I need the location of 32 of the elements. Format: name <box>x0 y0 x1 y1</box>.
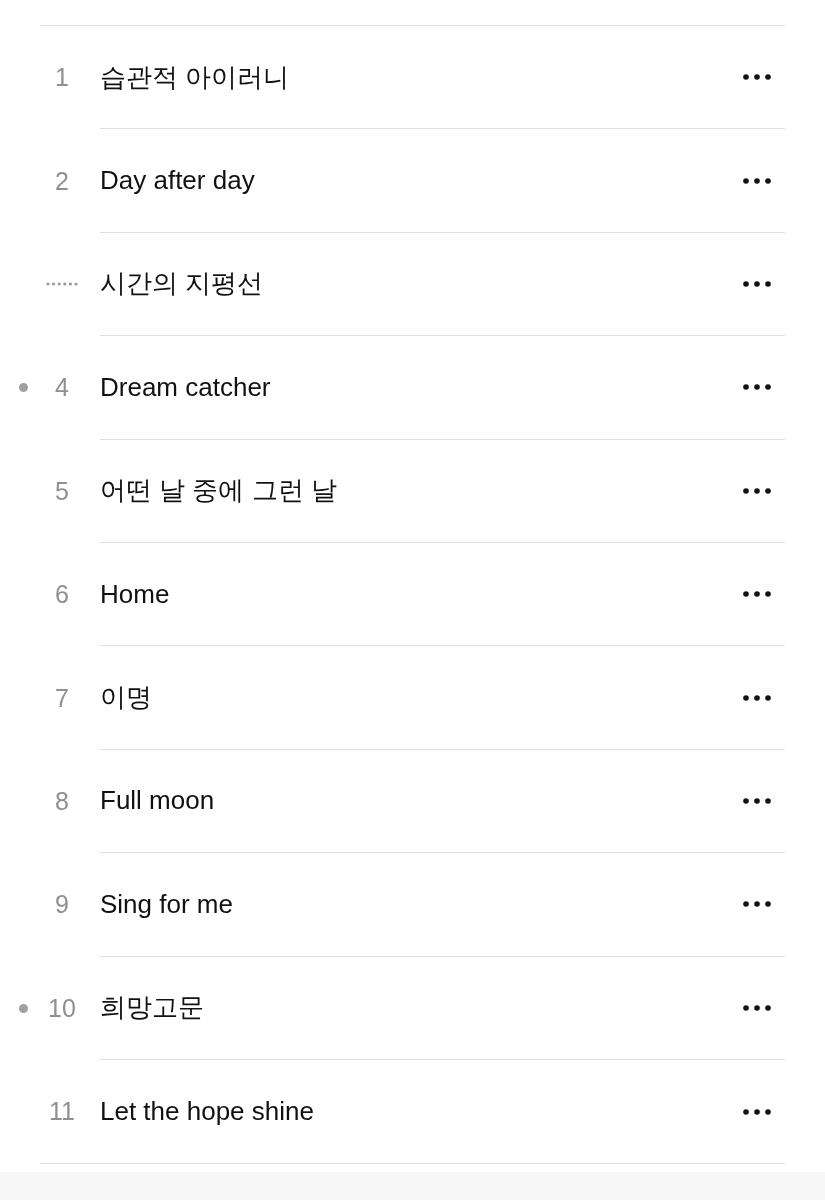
more-icon[interactable] <box>743 1108 771 1115</box>
track-title[interactable]: 어떤 날 중에 그런 날 <box>100 473 337 509</box>
more-icon[interactable] <box>743 901 771 908</box>
track-number: 8 <box>55 786 69 816</box>
more-icon[interactable] <box>743 1004 771 1011</box>
track-title[interactable]: Home <box>100 578 170 610</box>
track-title[interactable]: Sing for me <box>100 888 233 920</box>
track-title[interactable]: Full moon <box>100 785 215 817</box>
track-number: 1 <box>55 63 69 93</box>
more-icon[interactable] <box>743 487 771 494</box>
track-title[interactable]: Let the hope shine <box>100 1096 314 1128</box>
track-number: 6 <box>55 580 69 610</box>
track-number: 9 <box>55 890 69 920</box>
track-title[interactable]: Day after day <box>100 165 255 197</box>
more-icon[interactable] <box>743 384 771 391</box>
more-icon[interactable] <box>743 177 771 184</box>
more-icon[interactable] <box>743 591 771 598</box>
more-icon[interactable] <box>743 280 771 287</box>
track-title[interactable]: 습관적 아이러니 <box>100 59 290 95</box>
more-icon[interactable] <box>743 74 771 81</box>
more-icon[interactable] <box>743 694 771 701</box>
track-title[interactable]: Dream catcher <box>100 371 271 403</box>
track-number: 10 <box>48 993 76 1023</box>
track-title[interactable]: 이명 <box>100 680 152 716</box>
track-number: 5 <box>55 476 69 506</box>
track-title[interactable]: 희망고문 <box>100 990 204 1026</box>
track-number: 4 <box>55 373 69 403</box>
track-number: 7 <box>55 683 69 713</box>
track-number: 2 <box>55 166 69 196</box>
track-number: 11 <box>49 1097 75 1127</box>
track-title[interactable]: 시간의 지평선 <box>100 266 264 302</box>
more-icon[interactable] <box>743 797 771 804</box>
